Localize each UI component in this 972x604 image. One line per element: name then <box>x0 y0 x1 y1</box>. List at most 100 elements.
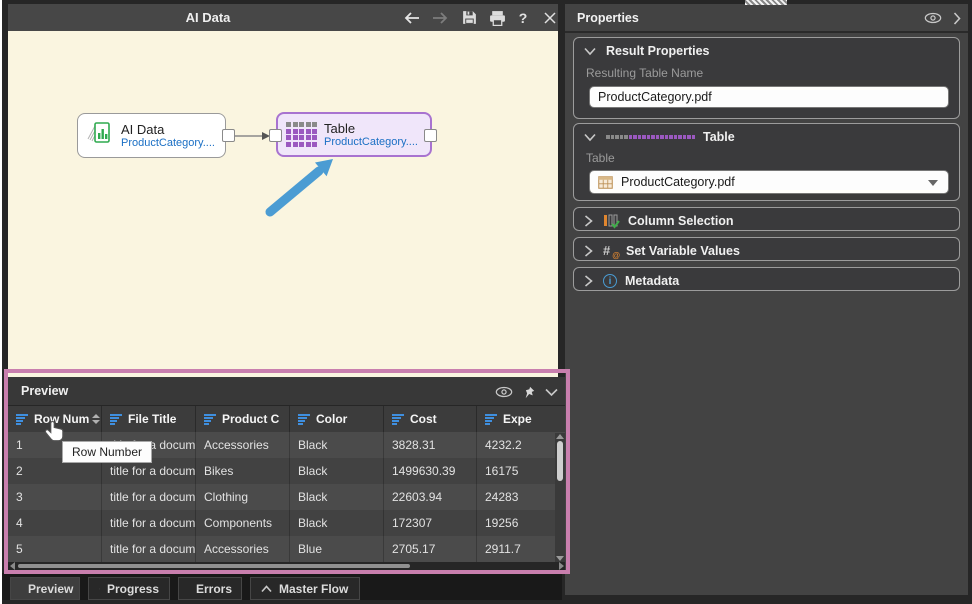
eye-icon[interactable] <box>924 9 942 27</box>
document-chart-icon <box>86 119 114 152</box>
column-label: Expe <box>503 412 532 426</box>
chevron-down-icon <box>584 133 596 142</box>
section-header[interactable]: i Metadata <box>584 268 679 294</box>
chevron-right-icon <box>584 275 593 287</box>
section-header[interactable]: Table <box>584 124 735 150</box>
section-set-variable-values[interactable]: #@ Set Variable Values <box>573 237 960 261</box>
scroll-up-icon[interactable] <box>556 434 564 439</box>
tooltip: Row Number <box>62 441 152 463</box>
input-port[interactable] <box>269 129 282 142</box>
flow-title: AI Data <box>8 4 408 31</box>
sort-bars-icon <box>485 414 498 424</box>
flow-canvas[interactable]: AI Data ProductCategory.... Table Produc… <box>8 31 558 377</box>
collapse-panel-icon[interactable] <box>542 383 560 401</box>
column-label: Color <box>316 412 347 426</box>
sort-bars-icon <box>204 414 217 424</box>
help-glyph: ? <box>519 10 528 26</box>
save-icon[interactable] <box>457 4 481 31</box>
chevron-up-icon <box>261 585 272 593</box>
section-column-selection[interactable]: Column Selection <box>573 207 960 231</box>
scrollbar-thumb[interactable] <box>18 564 410 568</box>
cell: Clothing <box>196 484 290 510</box>
section-metadata[interactable]: i Metadata <box>573 267 960 291</box>
variables-icon: #@ <box>603 244 618 258</box>
tab-label: Errors <box>196 582 232 596</box>
sort-arrows-icon[interactable] <box>92 414 100 424</box>
help-icon[interactable]: ? <box>511 4 535 31</box>
sort-bars-icon <box>392 414 405 424</box>
section-title: Column Selection <box>628 214 734 228</box>
node-table[interactable]: Table ProductCategory.... <box>276 112 432 157</box>
dropdown-caret-icon <box>928 180 938 186</box>
column-header-cost[interactable]: Cost <box>384 406 477 432</box>
section-table: Table Table ProductCategory.pdf <box>573 123 960 201</box>
preview-header: Preview <box>8 377 566 406</box>
cell: 24283 <box>477 484 566 510</box>
column-header-color[interactable]: Color <box>290 406 384 432</box>
preview-title: Preview <box>21 377 68 406</box>
section-title: Metadata <box>625 274 679 288</box>
section-header[interactable]: #@ Set Variable Values <box>584 238 740 264</box>
cell: 19256 <box>477 510 566 536</box>
collapse-panel-icon[interactable] <box>948 9 966 27</box>
scroll-left-icon[interactable] <box>10 562 15 570</box>
table-row[interactable]: 3 title for a docume Clothing Black 2260… <box>8 484 566 510</box>
scroll-right-icon[interactable] <box>559 562 564 570</box>
node-ai-data[interactable]: AI Data ProductCategory.... <box>77 113 226 158</box>
sort-bars-icon <box>298 414 311 424</box>
cell: Black <box>290 510 384 536</box>
cell: Components <box>196 510 290 536</box>
tab-label: Preview <box>28 582 73 596</box>
flow-titlebar: AI Data ? <box>8 4 558 31</box>
cell: Accessories <box>196 432 290 458</box>
section-result-properties: Result Properties Resulting Table Name <box>573 37 960 119</box>
cell: 1499630.39 <box>384 458 477 484</box>
table-dropdown[interactable]: ProductCategory.pdf <box>589 170 949 194</box>
resulting-table-name-input[interactable] <box>589 86 949 108</box>
horizontal-scrollbar[interactable] <box>8 562 566 570</box>
scroll-down-icon[interactable] <box>556 556 564 561</box>
preview-table-header: Row Num File Title Product C Color Cost <box>8 406 566 432</box>
properties-panel: Properties Result Properties Resulting T… <box>565 4 968 595</box>
section-header[interactable]: Column Selection <box>584 208 734 234</box>
scrollbar-thumb[interactable] <box>557 441 563 481</box>
cell: 22603.94 <box>384 484 477 510</box>
column-header-product-c[interactable]: Product C <box>196 406 290 432</box>
column-header-expe[interactable]: Expe <box>477 406 566 432</box>
hand-cursor <box>44 420 66 449</box>
node-title: AI Data <box>121 122 215 137</box>
tab-master-flow[interactable]: Master Flow <box>250 577 360 600</box>
print-icon[interactable] <box>485 4 509 31</box>
tab-label: Master Flow <box>279 582 348 596</box>
cell: 5 <box>8 536 102 562</box>
cell: Blue <box>290 536 384 562</box>
vertical-scrollbar[interactable] <box>555 433 565 562</box>
eye-icon[interactable] <box>495 383 513 401</box>
output-port[interactable] <box>424 129 437 142</box>
column-selection-icon <box>603 214 620 229</box>
table-row[interactable]: 4 title for a docume Components Black 17… <box>8 510 566 536</box>
tab-errors[interactable]: Errors <box>178 577 242 600</box>
cell: Black <box>290 432 384 458</box>
tab-preview[interactable]: Preview <box>10 577 80 600</box>
back-icon[interactable] <box>400 4 424 31</box>
preview-panel: Preview Row Num File Title <box>8 377 566 570</box>
close-icon[interactable] <box>538 4 562 31</box>
chevron-up-icon <box>99 585 100 593</box>
cell: 3828.31 <box>384 432 477 458</box>
tab-progress[interactable]: Progress <box>88 577 170 600</box>
column-label: Cost <box>410 412 437 426</box>
properties-header: Properties <box>565 4 968 33</box>
table-row[interactable]: 5 title for a docume Accessories Blue 27… <box>8 536 566 562</box>
app-window: AI Data ? <box>0 0 972 604</box>
section-header[interactable]: Result Properties <box>584 38 710 64</box>
chevron-down-icon <box>584 47 596 56</box>
cell: 3 <box>8 484 102 510</box>
forward-icon[interactable] <box>428 4 452 31</box>
output-port[interactable] <box>222 129 235 142</box>
column-header-file-title[interactable]: File Title <box>102 406 196 432</box>
cell: 2911.7 <box>477 536 566 562</box>
cell: 172307 <box>384 510 477 536</box>
cell: Black <box>290 458 384 484</box>
pin-icon[interactable] <box>519 383 537 401</box>
